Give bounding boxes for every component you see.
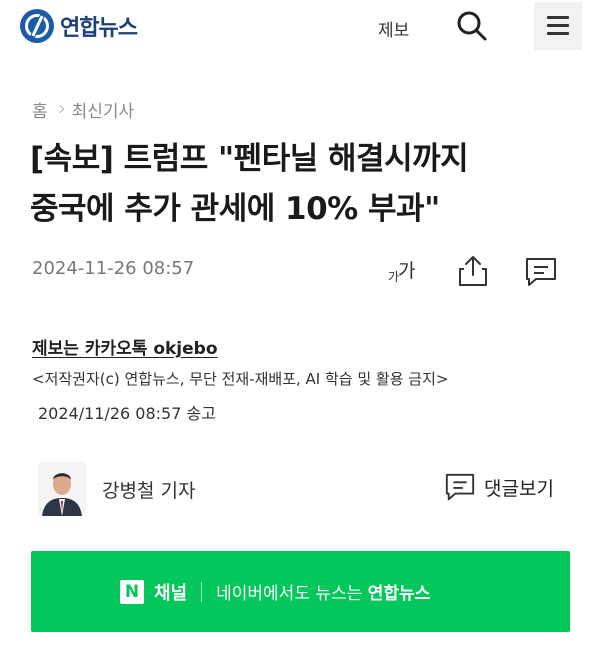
sent-timestamp: 2024/11/26 08:57 송고 [38, 404, 216, 423]
share-icon [459, 256, 487, 286]
yonhap-logo[interactable]: 연합뉴스 [20, 8, 138, 44]
channel-label: 채널 [154, 582, 188, 604]
article-title: [속보] 트럼프 "펜타닐 해결시까지 중국에 추가 관세에 10% 부과" [30, 134, 575, 234]
reporter-photo [38, 462, 86, 516]
naver-text-prefix: 네이버에서도 뉴스는 [216, 584, 363, 604]
hamburger-menu-icon [547, 32, 569, 35]
reporter-avatar[interactable] [38, 462, 86, 516]
menu-button[interactable] [534, 2, 582, 50]
yonhap-logo-icon [20, 9, 54, 43]
font-size-large-icon: 가 [398, 260, 416, 282]
comment-button[interactable] [524, 255, 558, 289]
chevron-right-icon [55, 104, 64, 114]
naver-banner-text: 네이버에서도 뉴스는 연합뉴스 [216, 579, 430, 604]
comment-view-label: 댓글보기 [484, 477, 554, 500]
tip-link[interactable]: 제보 [378, 16, 409, 41]
hamburger-menu-icon [547, 24, 569, 27]
font-size-button[interactable]: 가 가 [384, 254, 424, 290]
comment-view-button[interactable]: 댓글보기 [444, 470, 554, 504]
naver-text-brand: 연합뉴스 [367, 584, 431, 604]
copyright-notice: <저작권자(c) 연합뉴스, 무단 전재-재배포, AI 학습 및 활용 금지> [32, 370, 449, 388]
article-date: 2024-11-26 08:57 [32, 258, 195, 279]
breadcrumb-section[interactable]: 최신기사 [72, 97, 135, 122]
breadcrumb-home[interactable]: 홈 [32, 97, 48, 122]
hamburger-menu-icon [547, 16, 569, 19]
share-button[interactable] [456, 253, 490, 289]
comment-icon [445, 473, 475, 501]
naver-channel-banner[interactable]: N 채널 네이버에서도 뉴스는 연합뉴스 [31, 551, 570, 632]
search-button[interactable] [452, 6, 492, 46]
logo-text: 연합뉴스 [60, 16, 138, 41]
search-icon [457, 11, 487, 41]
naver-n-icon: N [120, 579, 144, 604]
breadcrumb: 홈 최신기사 [32, 96, 134, 122]
kakao-tip-link[interactable]: 제보는 카카오톡 okjebo [32, 334, 218, 359]
article-title-line2: 중국에 추가 관세에 10% 부과" [30, 191, 440, 227]
article-title-line1: [속보] 트럼프 "펜타닐 해결시까지 [30, 141, 469, 177]
top-header: 연합뉴스 제보 [0, 0, 600, 56]
comment-icon [526, 258, 556, 286]
divider [201, 581, 203, 602]
reporter-name[interactable]: 강병철 기자 [102, 476, 195, 503]
